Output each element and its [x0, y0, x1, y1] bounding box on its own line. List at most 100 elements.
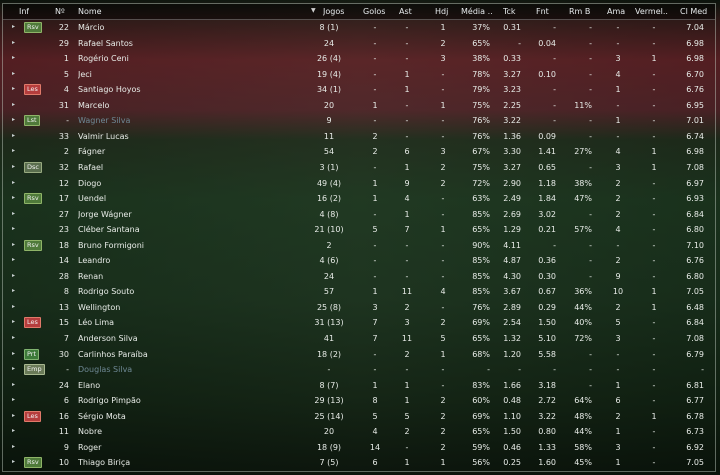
expand-arrow-icon[interactable]: ▸	[12, 241, 15, 248]
cell-nome[interactable]: Jorge Wágner	[78, 210, 313, 219]
cell-nome[interactable]: Rodrigo Souto	[78, 287, 313, 296]
table-row[interactable]: ▸ 27 Jorge Wágner 4 (8) - 1 - 85% 2.69 3.02 - 2 - 6.8…	[3, 207, 715, 223]
expand-arrow-icon[interactable]: ▸	[12, 412, 15, 419]
cell-nome[interactable]: Elano	[78, 381, 313, 390]
table-row[interactable]: ▸ 12 Diogo 49 (4) 1 9 2 72% 2.90 1.18 38% 2 - 6.97	[3, 176, 715, 192]
cell-nome[interactable]: Cléber Santana	[78, 225, 313, 234]
table-row[interactable]: ▸ 13 Wellington 25 (8) 3 2 - 76% 2.89 0.29 44% 2 1 6.…	[3, 300, 715, 316]
cell-nome[interactable]: Nobre	[78, 427, 313, 436]
cell-nome[interactable]: Fágner	[78, 147, 313, 156]
expand-arrow-icon[interactable]: ▸	[12, 287, 15, 294]
table-row[interactable]: ▸ 2 Fágner 54 2 6 3 67% 3.30 1.41 27% 4 1 6.98	[3, 144, 715, 160]
expand-arrow-icon[interactable]: ▸	[12, 365, 15, 372]
expand-arrow-icon[interactable]: ▸	[12, 179, 15, 186]
table-row[interactable]: ▸ 24 Elano 8 (7) 1 1 - 83% 1.66 3.18 - 1 - 6.81	[3, 378, 715, 394]
cell-nome[interactable]: Bruno Formigoni	[78, 241, 313, 250]
table-row[interactable]: ▸ Rsv 10 Thiago Biriça 7 (5) 6 1 1 56% 0.25 1.60 45…	[3, 455, 715, 471]
cell-nome[interactable]: Sérgio Mota	[78, 412, 313, 421]
expand-arrow-icon[interactable]: ▸	[12, 101, 15, 108]
status-badge[interactable]: Rsv	[24, 457, 42, 469]
status-badge[interactable]: Emp	[24, 364, 45, 376]
expand-arrow-icon[interactable]: ▸	[12, 256, 15, 263]
cell-nome[interactable]: Marcelo	[78, 101, 313, 110]
expand-arrow-icon[interactable]: ▸	[12, 458, 15, 465]
table-row[interactable]: ▸ 9 Roger 18 (9) 14 - 2 59% 0.46 1.33 58% 3 - 6.92	[3, 440, 715, 456]
col-num[interactable]: Nº	[55, 7, 65, 16]
table-row[interactable]: ▸ Rsv 17 Uendel 16 (2) 1 4 - 63% 2.49 1.84 47% 2 - 6.9…	[3, 191, 715, 207]
cell-nome[interactable]: Carlinhos Paraíba	[78, 350, 313, 359]
col-verm[interactable]: Vermel..	[635, 7, 668, 16]
table-row[interactable]: ▸ 1 Rogério Ceni 26 (4) - - 3 38% 0.33 - - 3 1 6.98	[3, 51, 715, 67]
table-row[interactable]: ▸ Les 4 Santiago Hoyos 34 (1) - 1 - 79% 3.23 - - 1 - 6…	[3, 82, 715, 98]
expand-arrow-icon[interactable]: ▸	[12, 23, 15, 30]
table-row[interactable]: ▸ 23 Cléber Santana 21 (10) 5 7 1 65% 1.29 0.21 57…	[3, 222, 715, 238]
table-row[interactable]: ▸ 14 Leandro 4 (6) - - - 85% 4.87 0.36 - 2 - 6.76	[3, 253, 715, 269]
col-tck[interactable]: Tck	[503, 7, 516, 16]
status-badge[interactable]: Les	[24, 84, 41, 96]
expand-arrow-icon[interactable]: ▸	[12, 85, 15, 92]
table-row[interactable]: ▸ Emp - Douglas Silva - - - - - - - - - - -	[3, 362, 715, 378]
status-badge[interactable]: Rsv	[24, 193, 42, 205]
expand-arrow-icon[interactable]: ▸	[12, 116, 15, 123]
table-row[interactable]: ▸ 6 Rodrigo Pimpão 29 (13) 8 1 2 60% 0.48 2.72 64%…	[3, 393, 715, 409]
table-row[interactable]: ▸ 8 Rodrigo Souto 57 1 11 4 85% 3.67 0.67 36% 10 1 7.…	[3, 284, 715, 300]
expand-arrow-icon[interactable]: ▸	[12, 54, 15, 61]
col-ast[interactable]: Ast	[399, 7, 412, 16]
expand-arrow-icon[interactable]: ▸	[12, 210, 15, 217]
cell-nome[interactable]: Rogério Ceni	[78, 54, 313, 63]
cell-nome[interactable]: Léo Lima	[78, 318, 313, 327]
expand-arrow-icon[interactable]: ▸	[12, 427, 15, 434]
expand-arrow-icon[interactable]: ▸	[12, 225, 15, 232]
cell-nome[interactable]: Wellington	[78, 303, 313, 312]
cell-nome[interactable]: Valmir Lucas	[78, 132, 313, 141]
status-badge[interactable]: Les	[24, 317, 41, 329]
table-row[interactable]: ▸ Rsv 22 Márcio 8 (1) - - 1 37% 0.31 - - - - 7.04	[3, 20, 715, 36]
table-row[interactable]: ▸ Prt 30 Carlinhos Paraíba 18 (2) - 2 1 68% 1.20 5…	[3, 347, 715, 363]
status-badge[interactable]: Les	[24, 410, 41, 422]
cell-nome[interactable]: Santiago Hoyos	[78, 85, 313, 94]
col-hdj[interactable]: Hdj	[435, 7, 448, 16]
cell-nome[interactable]: Diogo	[78, 179, 313, 188]
cell-nome[interactable]: Anderson Silva	[78, 334, 313, 343]
cell-nome[interactable]: Leandro	[78, 256, 313, 265]
cell-nome[interactable]: Thiago Biriça	[78, 458, 313, 467]
cell-nome[interactable]: Rafael	[78, 163, 313, 172]
cell-nome[interactable]: Jeci	[78, 70, 313, 79]
expand-arrow-icon[interactable]: ▸	[12, 147, 15, 154]
expand-arrow-icon[interactable]: ▸	[12, 70, 15, 77]
cell-nome[interactable]: Márcio	[78, 23, 313, 32]
cell-nome[interactable]: Renan	[78, 272, 313, 281]
col-golos[interactable]: Golos	[363, 7, 385, 16]
expand-arrow-icon[interactable]: ▸	[12, 132, 15, 139]
col-inf[interactable]: Inf	[19, 7, 29, 16]
expand-arrow-icon[interactable]: ▸	[12, 303, 15, 310]
table-row[interactable]: ▸ Lst - Wagner Silva 9- - -76% 3.22- -1-7.01	[3, 113, 715, 129]
col-rmb[interactable]: Rm B	[569, 7, 590, 16]
expand-arrow-icon[interactable]: ▸	[12, 318, 15, 325]
table-row[interactable]: ▸ 31 Marcelo 20 1 - 1 75% 2.25 - 11% - - 6.95	[3, 98, 715, 114]
expand-arrow-icon[interactable]: ▸	[12, 350, 15, 357]
col-clmed[interactable]: Cl Med	[680, 7, 707, 16]
table-row[interactable]: ▸ 7 Anderson Silva 41 7 11 5 65% 1.32 5.10 72% 3 - 7.…	[3, 331, 715, 347]
cell-nome[interactable]: Rodrigo Pimpão	[78, 396, 313, 405]
col-fnt[interactable]: Fnt	[536, 7, 549, 16]
status-badge[interactable]: Prt	[24, 348, 40, 360]
cell-nome[interactable]: Rafael Santos	[78, 39, 313, 48]
status-badge[interactable]: Lst	[24, 115, 40, 127]
table-row[interactable]: ▸ Rsv 18 Bruno Formigoni 2 - - - 90% 4.11 - - - - 7.10	[3, 238, 715, 254]
cell-nome[interactable]: Uendel	[78, 194, 313, 203]
table-row[interactable]: ▸ 28 Renan 24 - - - 85% 4.30 0.30 - 9 - 6.80	[3, 269, 715, 285]
col-media[interactable]: Média ..	[461, 7, 493, 16]
status-badge[interactable]: Rsv	[24, 239, 42, 251]
expand-arrow-icon[interactable]: ▸	[12, 443, 15, 450]
status-badge[interactable]: Dsc	[24, 161, 42, 173]
col-jogos[interactable]: Jogos	[323, 7, 344, 16]
expand-arrow-icon[interactable]: ▸	[12, 396, 15, 403]
table-row[interactable]: ▸ Les 16 Sérgio Mota 25 (14) 5 5 2 69% 1.10 3.22 48…	[3, 409, 715, 425]
table-row[interactable]: ▸ 33 Valmir Lucas 11 2 - - 76% 1.36 0.09 - - - 6.74	[3, 129, 715, 145]
table-row[interactable]: ▸ Les 15 Léo Lima 31 (13) 7 3 2 69% 2.54 1.50 40% 5 -…	[3, 315, 715, 331]
cell-nome[interactable]: Wagner Silva	[78, 116, 313, 125]
expand-arrow-icon[interactable]: ▸	[12, 381, 15, 388]
col-nome[interactable]: Nome	[78, 7, 102, 16]
expand-arrow-icon[interactable]: ▸	[12, 194, 15, 201]
